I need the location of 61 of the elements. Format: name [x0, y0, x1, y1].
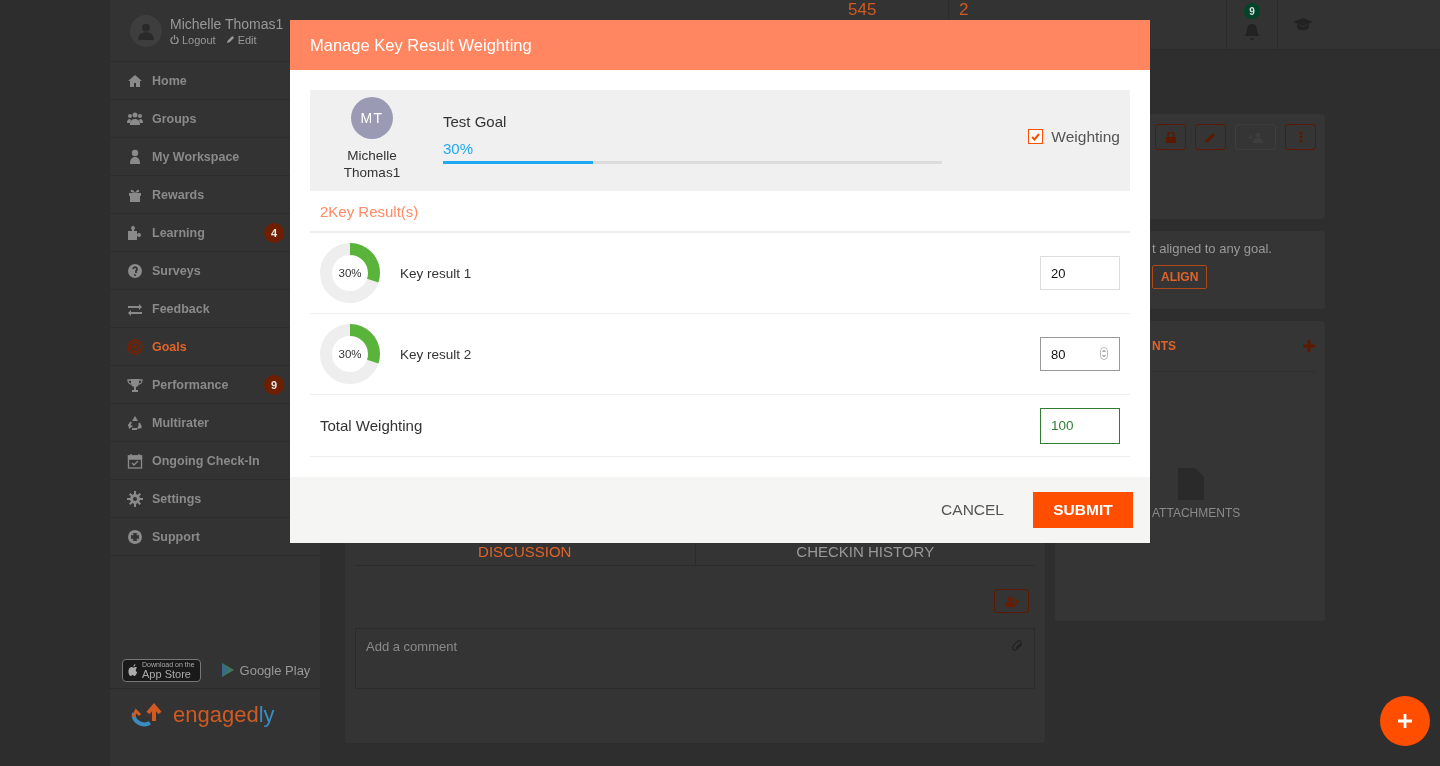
play-icon	[220, 662, 235, 678]
dialog-title: Manage Key Result Weighting	[310, 35, 532, 55]
section-title: NTS	[1152, 339, 1176, 353]
key-result-name: Key result 1	[400, 265, 473, 281]
notification-badge: 9	[1244, 3, 1260, 19]
lifebuoy-icon	[127, 528, 143, 545]
help-icon	[127, 262, 143, 279]
plus-icon[interactable]	[1303, 340, 1315, 352]
section-heading: 2Key Result(s)	[320, 202, 419, 220]
puzzle-icon	[127, 224, 143, 241]
more-button[interactable]	[1285, 124, 1316, 150]
add-person-icon	[1004, 595, 1019, 607]
user-name: Michelle Thomas1	[170, 15, 284, 32]
pencil-icon	[225, 35, 235, 44]
weight-field[interactable]: 80	[1040, 337, 1120, 371]
plus-icon	[1398, 714, 1412, 728]
stat-number: 2	[959, 0, 969, 20]
power-icon	[170, 35, 179, 44]
owner-name: Michelle Thomas1	[342, 146, 402, 181]
empty-state-text: ATTACHMENTS	[1152, 506, 1241, 520]
checkbox-label: Weighting	[1051, 127, 1120, 146]
target-icon	[127, 338, 143, 355]
people-icon	[127, 110, 143, 127]
key-result-name: Key result 2	[400, 346, 473, 362]
goal-title: Test Goal	[443, 113, 508, 130]
more-icon	[1298, 131, 1303, 143]
add-user-button[interactable]	[994, 589, 1029, 613]
alignment-text: t aligned to any goal.	[1152, 241, 1273, 256]
add-button[interactable]	[1380, 696, 1430, 746]
comment-field[interactable]: Add a comment	[355, 628, 1035, 689]
pencil-icon	[1205, 131, 1216, 143]
count-badge: 4	[264, 222, 284, 243]
trophy-icon	[127, 376, 143, 393]
spinner-icon[interactable]	[1100, 347, 1108, 360]
avatar: MT	[351, 96, 393, 139]
total-field: 100	[1040, 407, 1120, 444]
person-icon	[127, 148, 143, 165]
edit-link[interactable]: Edit	[225, 33, 257, 46]
checkbox[interactable]	[1028, 129, 1044, 144]
progress-donut: 30%	[320, 243, 380, 303]
align-button[interactable]: ALIGN	[1152, 265, 1208, 289]
settings-icon	[127, 490, 143, 507]
google-play-badge[interactable]: Google Play	[220, 662, 311, 678]
count-badge: 9	[264, 374, 284, 395]
calendar-icon	[127, 452, 143, 469]
progress-donut: 30%	[320, 324, 380, 384]
goal-progress-text: 30%	[443, 140, 475, 157]
recycle-icon	[127, 414, 143, 431]
tab[interactable]: DISCUSSION	[355, 543, 695, 565]
edit-button[interactable]	[1195, 124, 1226, 150]
total-label: Total Weighting	[320, 417, 424, 434]
apple-icon	[128, 663, 139, 677]
submit-button[interactable]: SUBMIT	[1033, 492, 1133, 528]
weight-field[interactable]: 20	[1040, 256, 1120, 290]
checkmark-icon	[1031, 132, 1041, 141]
app-logo: engagedly	[130, 701, 275, 729]
lock-button[interactable]	[1155, 124, 1186, 150]
cancel-button[interactable]: CANCEL	[941, 501, 1004, 519]
lock-icon	[1165, 131, 1176, 143]
logout-link[interactable]: Logout	[170, 33, 216, 46]
home-icon	[127, 72, 143, 89]
